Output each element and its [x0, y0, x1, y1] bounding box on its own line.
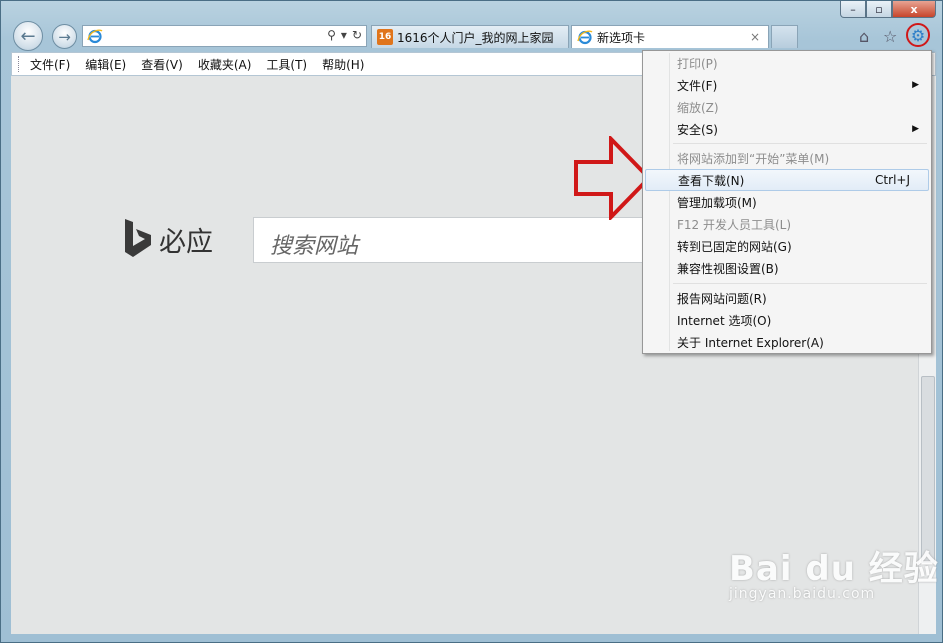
- ie-logo-icon: [577, 30, 593, 45]
- maximize-button[interactable]: ▫: [866, 1, 892, 18]
- menu-separator: [673, 283, 927, 284]
- menu-item-view-downloads[interactable]: 查看下载(N) Ctrl+J: [645, 169, 929, 191]
- arrow-right-icon: →: [58, 27, 71, 46]
- menu-view[interactable]: 查看(V): [141, 56, 183, 73]
- tab-1616-portal[interactable]: 16 1616个人门户_我的网上家园: [371, 25, 569, 48]
- tools-dropdown-menu: 打印(P) 文件(F) ▶ 缩放(Z) 安全(S) ▶ 将网站添加到“开始”菜单(M…: [642, 50, 932, 354]
- scrollbar-thumb[interactable]: [921, 376, 935, 563]
- menu-item-compat-view[interactable]: 兼容性视图设置(B): [645, 257, 929, 279]
- close-tab-icon[interactable]: ×: [750, 30, 760, 44]
- tools-gear-button[interactable]: ⚙: [906, 23, 930, 47]
- menu-item-print[interactable]: 打印(P): [645, 52, 929, 74]
- bing-brand-text: 必应: [159, 226, 213, 258]
- red-arrow-annotation: [574, 136, 652, 220]
- search-placeholder: 搜索网站: [270, 234, 359, 259]
- window-caption-buttons: – ▫ x: [840, 1, 936, 19]
- home-icon[interactable]: ⌂: [859, 27, 869, 46]
- watermark-brand: Bai du 经验: [729, 549, 939, 589]
- menu-item-report-problem[interactable]: 报告网站问题(R): [645, 287, 929, 309]
- ie-logo-icon: [87, 29, 103, 44]
- submenu-arrow-icon: ▶: [912, 80, 919, 90]
- favorites-star-icon[interactable]: ☆: [883, 27, 897, 46]
- bing-b-icon: [125, 219, 151, 257]
- tab-new-tab[interactable]: 新选项卡 ×: [571, 25, 769, 48]
- tab-label: 新选项卡: [597, 30, 646, 45]
- menu-item-add-to-start[interactable]: 将网站添加到“开始”菜单(M): [645, 147, 929, 169]
- shortcut-text: Ctrl+J: [875, 173, 910, 187]
- baidu-jingyan-watermark: Bai du 经验 jingyan.baidu.com: [729, 541, 939, 602]
- menu-item-zoom[interactable]: 缩放(Z): [645, 96, 929, 118]
- forward-button[interactable]: →: [52, 24, 77, 49]
- arrow-left-icon: ←: [20, 25, 36, 47]
- menu-help[interactable]: 帮助(H): [322, 56, 364, 73]
- gear-icon: ⚙: [910, 25, 926, 45]
- menu-item-pinned-sites[interactable]: 转到已固定的网站(G): [645, 235, 929, 257]
- menu-item-about-ie[interactable]: 关于 Internet Explorer(A): [645, 331, 929, 353]
- menu-item-internet-options[interactable]: Internet 选项(O): [645, 309, 929, 331]
- tab-label: 1616个人门户_我的网上家园: [397, 30, 554, 45]
- refresh-icon[interactable]: ↻: [352, 28, 362, 42]
- address-input[interactable]: [107, 28, 307, 44]
- minimize-button[interactable]: –: [840, 1, 866, 18]
- toolbar-grip: [18, 56, 22, 72]
- menu-separator: [673, 143, 927, 144]
- menu-tools[interactable]: 工具(T): [266, 56, 307, 73]
- chevron-down-icon[interactable]: ▾: [341, 28, 347, 42]
- bing-logo: 必应: [123, 219, 213, 259]
- menu-file[interactable]: 文件(F): [30, 56, 70, 73]
- submenu-arrow-icon: ▶: [912, 124, 919, 134]
- browser-window: – ▫ x ← → ⚲ ▾ ↻ 16 1616个人门户_我的网上家园 新选项卡 …: [0, 0, 943, 643]
- menu-item-f12-devtools[interactable]: F12 开发人员工具(L): [645, 213, 929, 235]
- bing-search-box[interactable]: 搜索网站: [253, 217, 643, 263]
- close-button[interactable]: x: [892, 1, 936, 18]
- site-favicon-icon: 16: [377, 29, 393, 45]
- address-actions: ⚲ ▾ ↻: [327, 28, 362, 42]
- menu-item-file[interactable]: 文件(F) ▶: [645, 74, 929, 96]
- address-bar[interactable]: ⚲ ▾ ↻: [82, 25, 367, 47]
- menu-item-safety[interactable]: 安全(S) ▶: [645, 118, 929, 140]
- back-button[interactable]: ←: [13, 21, 43, 51]
- menu-edit[interactable]: 编辑(E): [85, 56, 126, 73]
- menu-favorites[interactable]: 收藏夹(A): [198, 56, 252, 73]
- menu-item-manage-addons[interactable]: 管理加载项(M): [645, 191, 929, 213]
- search-icon[interactable]: ⚲: [327, 28, 336, 42]
- new-tab-button[interactable]: [771, 25, 798, 48]
